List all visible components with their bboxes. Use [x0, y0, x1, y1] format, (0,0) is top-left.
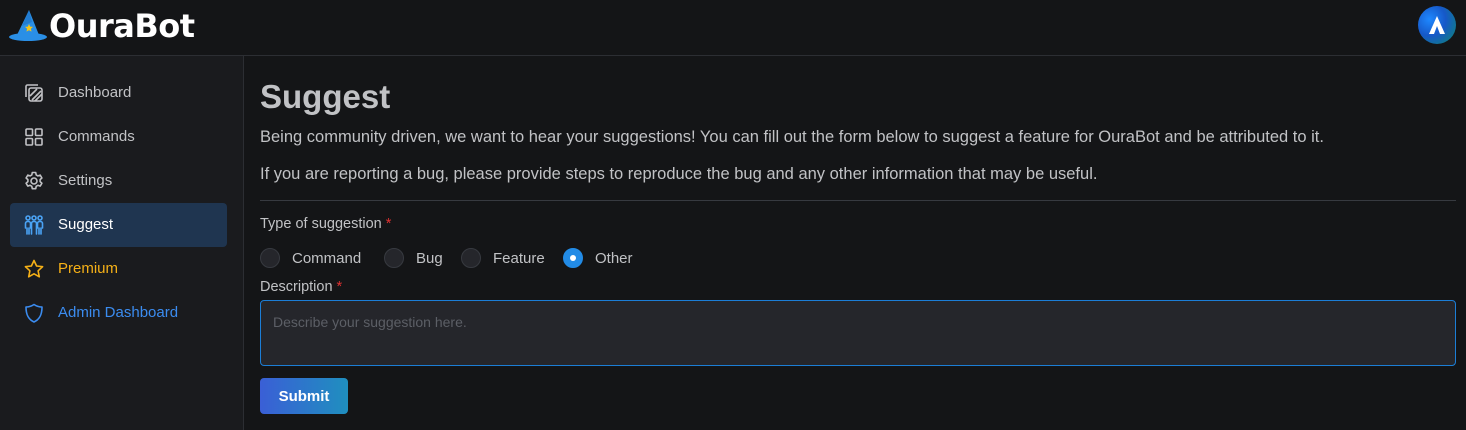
radio-circle[interactable]: [563, 248, 583, 268]
intro-paragraph: Being community driven, we want to hear …: [260, 128, 1324, 146]
sidebar-item-label: Premium: [58, 260, 119, 277]
sidebar-item-label: Settings: [58, 172, 113, 189]
shield-icon: [23, 302, 45, 324]
page-title: Suggest: [260, 78, 391, 115]
radio-label: Feature: [493, 249, 545, 267]
brand-name: OuraBot: [49, 7, 195, 45]
required-mark: *: [385, 216, 392, 232]
radio-bug[interactable]: Bug: [384, 248, 443, 268]
sidebar-item-label: Commands: [58, 128, 135, 145]
user-avatar[interactable]: [1418, 6, 1456, 44]
radio-circle[interactable]: [461, 248, 481, 268]
type-field-label: Type of suggestion *: [260, 216, 391, 232]
radio-other[interactable]: Other: [563, 248, 633, 268]
top-bar: OuraBot: [0, 0, 1466, 56]
required-mark: *: [336, 279, 343, 295]
radio-feature[interactable]: Feature: [461, 248, 545, 268]
sidebar-item-settings[interactable]: Settings: [10, 159, 227, 203]
radio-label: Command: [292, 249, 362, 267]
sidebar-item-label: Dashboard: [58, 84, 132, 101]
main-content: Suggest Being community driven, we want …: [244, 56, 1466, 430]
bug-report-hint: If you are reporting a bug, please provi…: [260, 165, 1098, 183]
sidebar-item-premium[interactable]: Premium: [10, 247, 227, 291]
sidebar: Dashboard Commands Settings Suggest Prem…: [0, 56, 244, 430]
sidebar-item-commands[interactable]: Commands: [10, 115, 227, 159]
wizard-hat-logo-icon: [9, 10, 47, 41]
radio-label: Other: [595, 249, 633, 267]
sidebar-item-label: Admin Dashboard: [58, 304, 179, 321]
dashboard-icon: [23, 82, 45, 104]
sidebar-item-dashboard[interactable]: Dashboard: [10, 71, 227, 115]
sidebar-item-label: Suggest: [58, 216, 114, 233]
brand[interactable]: OuraBot: [8, 6, 195, 46]
submit-button[interactable]: Submit: [260, 378, 348, 414]
grid-icon: [23, 126, 45, 148]
sidebar-item-suggest[interactable]: Suggest: [10, 203, 227, 247]
description-input[interactable]: [260, 300, 1456, 366]
description-field-label: Description *: [260, 279, 342, 295]
star-icon: [23, 258, 45, 280]
type-label-text: Type of suggestion: [260, 216, 382, 232]
radio-command[interactable]: Command: [260, 248, 361, 268]
gear-icon: [23, 170, 45, 192]
description-label-text: Description: [260, 279, 333, 295]
divider: [260, 200, 1456, 201]
radio-circle[interactable]: [384, 248, 404, 268]
avatar-logo-icon: [1429, 16, 1445, 34]
radio-circle[interactable]: [260, 248, 280, 268]
radio-label: Bug: [416, 249, 443, 267]
users-icon: [23, 214, 45, 236]
sidebar-item-admin-dashboard[interactable]: Admin Dashboard: [10, 291, 227, 335]
